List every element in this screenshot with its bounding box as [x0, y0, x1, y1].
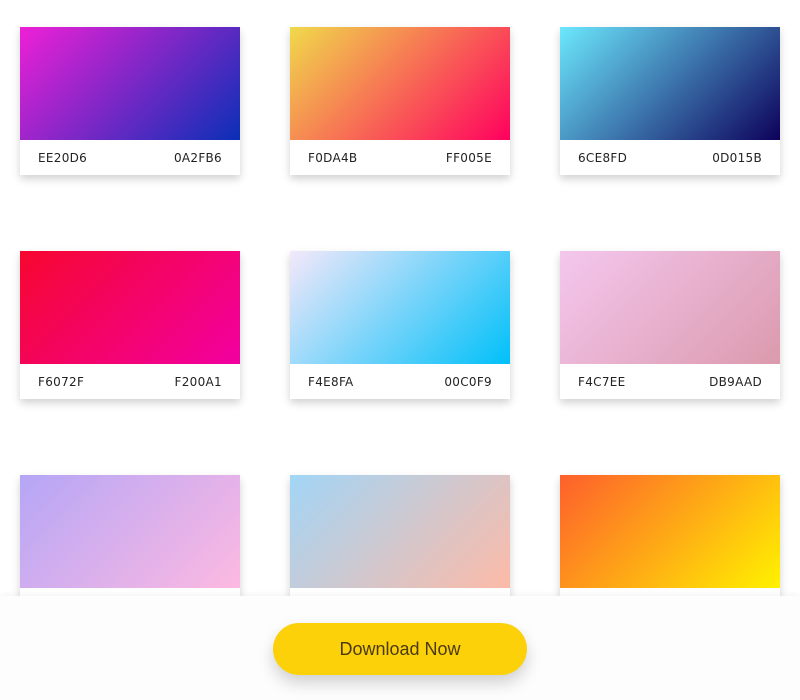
gradient-codes: F4C7EE DB9AAD — [560, 364, 780, 399]
gradient-card[interactable]: 6CE8FD 0D015B — [560, 27, 780, 175]
gradient-start-code: F0DA4B — [308, 151, 358, 165]
gradient-start-code: EE20D6 — [38, 151, 88, 165]
gradient-swatch — [560, 27, 780, 140]
gradient-swatch — [560, 251, 780, 364]
gradient-swatch — [560, 475, 780, 588]
gradient-gallery-page: EE20D6 0A2FB6 F0DA4B FF005E 6CE8FD 0D015… — [0, 0, 800, 700]
gradient-start-code: 6CE8FD — [578, 151, 628, 165]
gradient-card[interactable]: F0DA4B FF005E — [290, 27, 510, 175]
gradient-end-code: DB9AAD — [709, 375, 762, 389]
gradient-card[interactable]: EE20D6 0A2FB6 — [20, 27, 240, 175]
gradient-swatch — [290, 27, 510, 140]
gradient-codes: F4E8FA 00C0F9 — [290, 364, 510, 399]
gradient-swatch — [20, 475, 240, 588]
gradient-end-code: FF005E — [445, 151, 492, 165]
gradient-codes: F0DA4B FF005E — [290, 140, 510, 175]
gradient-start-code: F4E8FA — [308, 375, 354, 389]
gradient-end-code: 00C0F9 — [444, 375, 492, 389]
gradient-end-code: F200A1 — [174, 375, 222, 389]
gradient-swatch — [20, 251, 240, 364]
download-now-button[interactable]: Download Now — [273, 623, 527, 675]
gradient-end-code: 0D015B — [712, 151, 762, 165]
gradient-grid: EE20D6 0A2FB6 F0DA4B FF005E 6CE8FD 0D015… — [0, 0, 800, 700]
gradient-swatch — [20, 27, 240, 140]
gradient-codes: 6CE8FD 0D015B — [560, 140, 780, 175]
gradient-swatch — [290, 251, 510, 364]
gradient-swatch — [290, 475, 510, 588]
gradient-start-code: F4C7EE — [578, 375, 626, 389]
gradient-end-code: 0A2FB6 — [173, 151, 222, 165]
gradient-codes: EE20D6 0A2FB6 — [20, 140, 240, 175]
gradient-card[interactable]: F4C7EE DB9AAD — [560, 251, 780, 399]
gradient-card[interactable]: F6072F F200A1 — [20, 251, 240, 399]
gradient-codes: F6072F F200A1 — [20, 364, 240, 399]
gradient-start-code: F6072F — [38, 375, 85, 389]
download-footer: Download Now — [0, 596, 800, 700]
gradient-card[interactable]: F4E8FA 00C0F9 — [290, 251, 510, 399]
